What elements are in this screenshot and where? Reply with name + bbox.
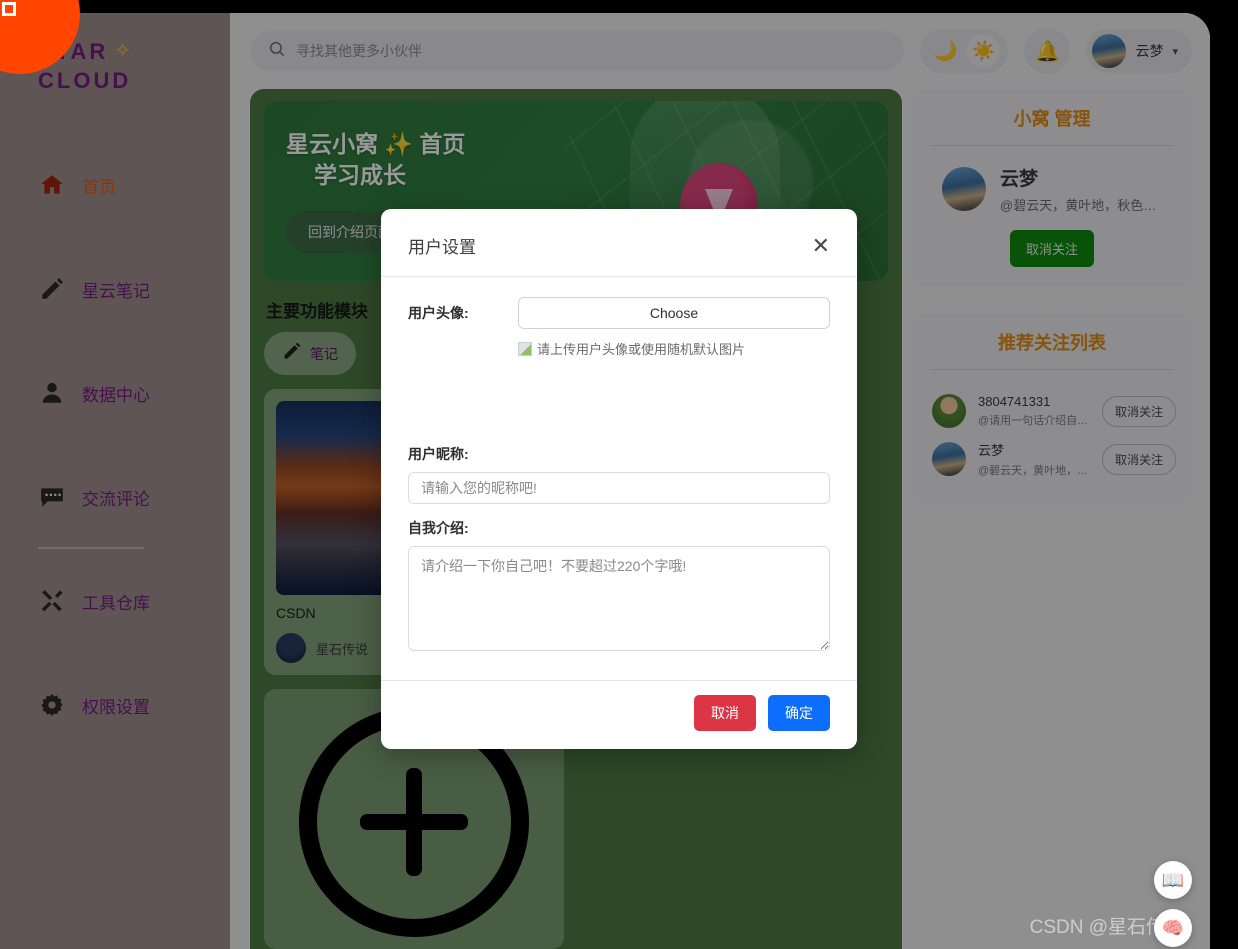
avatar	[1092, 34, 1127, 68]
sidebar-item-label: 交流评论	[82, 489, 150, 509]
nickname-label: 用户昵称:	[408, 446, 469, 462]
recommend-name: 3804741331	[978, 394, 1051, 409]
close-icon[interactable]: ✕	[812, 234, 830, 257]
owner-name: 云梦	[1000, 169, 1039, 190]
theme-toggle[interactable]: 🌙 ☀️	[920, 29, 1009, 73]
sidebar-item-label: 权限设置	[82, 697, 150, 717]
modal-footer: 取消 确定	[381, 680, 857, 749]
list-item[interactable]: 3804741331 @请用一句话介绍自己吧! 取消关注	[928, 388, 1176, 434]
user-settings-modal: 用户设置 ✕ 用户头像: Choose 请上传用户头像或使用随机默认图片 用户昵…	[381, 209, 857, 749]
search-input[interactable]	[296, 43, 887, 59]
modal-header: 用户设置 ✕	[381, 209, 857, 277]
sidebar-item-home[interactable]: 首页	[0, 167, 230, 203]
user-menu[interactable]: 云梦 ▾	[1086, 29, 1192, 73]
broken-image-icon	[518, 341, 532, 356]
bio-textarea[interactable]	[408, 546, 830, 651]
sidebar-item-label: 数据中心	[82, 385, 150, 405]
avatar	[942, 167, 986, 211]
owner-bio: @碧云天，黄叶地，秋色…	[1000, 198, 1157, 213]
brand-line-2: CLOUD	[38, 68, 132, 94]
sidebar-item-tools[interactable]: 工具仓库	[0, 583, 230, 619]
owner-row: 云梦 @碧云天，黄叶地，秋色…	[928, 164, 1176, 214]
confirm-button[interactable]: 确定	[768, 695, 830, 731]
sidebar-nav: 首页 星云笔记 数据中心 交流评论 工具仓库 权限设置	[0, 167, 230, 723]
modal-title: 用户设置	[408, 238, 476, 257]
home-icon	[38, 171, 66, 199]
avatar-hint-row: 请上传用户头像或使用随机默认图片	[518, 339, 830, 358]
sidebar-item-notes[interactable]: 星云笔记	[0, 271, 230, 307]
recommend-bio: @请用一句话介绍自己吧!	[978, 415, 1090, 427]
gear-icon	[38, 691, 66, 719]
avatar	[932, 442, 966, 476]
screen-root: STAR ✧ CLOUD 首页 星云笔记 数据中心 交流评论 工具仓库 权限设置…	[0, 0, 1238, 949]
search-icon	[268, 40, 286, 63]
cancel-button[interactable]: 取消	[694, 695, 756, 731]
corner-glyph-icon	[2, 2, 16, 16]
module-chip-notes[interactable]: 笔记	[264, 332, 356, 375]
hero-title-line2: 学习成长	[314, 162, 406, 189]
module-chip-label: 笔记	[310, 345, 338, 362]
hero-title: 星云小窝 ✨ 首页 学习成长	[286, 129, 888, 191]
modal-body: 用户头像: Choose 请上传用户头像或使用随机默认图片 用户昵称: 自我介绍…	[381, 277, 857, 664]
left-sidebar: STAR ✧ CLOUD 首页 星云笔记 数据中心 交流评论 工具仓库 权限设置	[0, 13, 230, 949]
manage-panel: 小窝 管理 云梦 @碧云天，黄叶地，秋色… 取消关注	[912, 89, 1192, 287]
choose-file-button[interactable]: Choose	[518, 297, 830, 329]
tools-icon	[38, 587, 66, 615]
sun-icon[interactable]: ☀️	[966, 34, 1001, 68]
avatar-hint: 请上传用户头像或使用随机默认图片	[537, 342, 746, 357]
user-name: 云梦	[1135, 43, 1164, 59]
pencil-icon	[282, 341, 302, 366]
search-box[interactable]	[250, 31, 905, 71]
divider	[930, 369, 1174, 370]
sidebar-item-label: 工具仓库	[82, 593, 150, 613]
bio-label: 自我介绍:	[408, 520, 469, 536]
moon-icon[interactable]: 🌙	[928, 34, 962, 68]
sidebar-divider	[38, 547, 144, 550]
person-icon	[38, 379, 66, 407]
comet-swirl-icon: ✧	[114, 40, 135, 63]
divider	[930, 145, 1174, 146]
unfollow-button[interactable]: 取消关注	[1101, 395, 1176, 427]
book-icon[interactable]: 📖	[1154, 861, 1192, 899]
comment-icon	[38, 483, 66, 511]
sidebar-item-comments[interactable]: 交流评论	[0, 479, 230, 515]
nickname-input[interactable]	[408, 472, 830, 504]
sidebar-item-label: 首页	[82, 177, 116, 197]
sidebar-item-permissions[interactable]: 权限设置	[0, 687, 230, 723]
chevron-down-icon: ▾	[1172, 45, 1178, 58]
sidebar-item-label: 星云笔记	[82, 281, 150, 301]
unfollow-button[interactable]: 取消关注	[1101, 443, 1176, 475]
sidebar-item-data-center[interactable]: 数据中心	[0, 375, 230, 411]
manage-panel-title: 小窝 管理	[1013, 109, 1091, 129]
brain-icon[interactable]: 🧠	[1154, 909, 1192, 947]
top-bar: 🌙 ☀️ 🔔 云梦 ▾	[230, 13, 1210, 89]
unfollow-button[interactable]: 取消关注	[1009, 230, 1094, 267]
list-item[interactable]: 云梦 @碧云天，黄叶地，秋色… 取消关注	[928, 434, 1176, 484]
avatar-field-row: 用户头像: Choose	[408, 297, 830, 329]
avatar-label: 用户头像:	[408, 305, 469, 321]
recommend-bio: @碧云天，黄叶地，秋色…	[978, 465, 1090, 477]
avatar	[276, 633, 306, 663]
bell-icon[interactable]: 🔔	[1024, 28, 1071, 74]
recommend-panel: 推荐关注列表 3804741331 @请用一句话介绍自己吧! 取消关注 云梦 @…	[912, 313, 1192, 504]
right-rail: 小窝 管理 云梦 @碧云天，黄叶地，秋色… 取消关注 推荐关注列表 380474…	[902, 89, 1192, 949]
pencil-icon	[38, 275, 66, 303]
avatar	[932, 394, 966, 428]
avatar-preview-space	[408, 358, 830, 444]
card-author-name: 星石传说	[316, 641, 369, 657]
recommend-name: 云梦	[978, 443, 1005, 458]
hero-title-line1: 星云小窝 ✨ 首页	[286, 131, 466, 157]
recommend-panel-title: 推荐关注列表	[998, 333, 1106, 353]
